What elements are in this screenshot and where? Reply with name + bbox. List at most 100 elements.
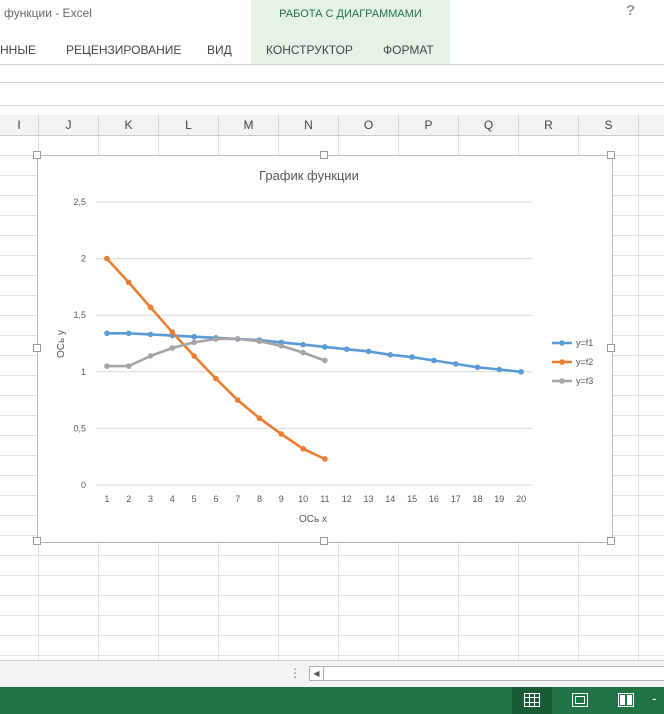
data-point[interactable] (278, 342, 285, 349)
data-point[interactable] (365, 348, 372, 355)
data-point[interactable] (300, 341, 306, 348)
x-tick-label: 20 (516, 494, 526, 504)
resize-handle[interactable] (33, 537, 41, 545)
data-point[interactable] (125, 363, 132, 369)
data-point[interactable] (169, 329, 176, 335)
data-point[interactable] (322, 344, 328, 350)
normal-view-icon (524, 693, 540, 707)
x-tick-label: 17 (451, 494, 461, 504)
data-point[interactable] (213, 336, 219, 342)
help-icon[interactable]: ? (626, 2, 635, 19)
data-point[interactable] (147, 353, 154, 359)
x-tick-label: 1 (104, 494, 109, 504)
resize-handle[interactable] (607, 344, 615, 352)
column-header-row: I J K L M N O P Q R S (0, 115, 664, 136)
column-header[interactable]: R (519, 115, 579, 135)
chart-tools-label: РАБОТА С ДИАГРАММАМИ (279, 8, 422, 20)
x-tick-label: 5 (192, 494, 197, 504)
data-point[interactable] (191, 333, 197, 340)
x-tick-label: 16 (429, 494, 439, 504)
column-header[interactable]: O (339, 115, 399, 135)
column-header[interactable]: I (0, 115, 39, 135)
data-point[interactable] (452, 361, 459, 367)
normal-view-button[interactable] (512, 687, 552, 714)
data-point[interactable] (343, 346, 350, 352)
legend-entry[interactable]: y=f1 (576, 338, 593, 348)
y-tick-label: 1 (81, 367, 86, 377)
chart-area[interactable]: 0 0,5 1 1,5 2 2,5 1 2 3 4 5 6 7 8 9 10 11 12 13 14 15 16 17 18… (37, 155, 613, 543)
ribbon-divider (0, 64, 664, 65)
y-tick-label: 2,5 (73, 197, 86, 207)
data-point[interactable] (169, 345, 176, 351)
page-layout-view-button[interactable] (560, 687, 600, 714)
horizontal-scrollbar[interactable] (323, 666, 664, 681)
data-point[interactable] (147, 304, 154, 311)
y-tick-label: 1,5 (73, 310, 86, 320)
chart-title[interactable]: График функции (259, 168, 359, 183)
y-tick-label: 0,5 (73, 423, 86, 433)
column-header[interactable]: N (279, 115, 339, 135)
tab-view[interactable]: ВИД (207, 43, 232, 57)
column-header[interactable]: P (399, 115, 459, 135)
data-point[interactable] (496, 366, 503, 373)
tab-data[interactable]: ННЫЕ (0, 43, 36, 57)
legend-marker (559, 359, 565, 365)
y-axis-title[interactable]: ОСь y (56, 330, 67, 358)
legend-entry[interactable]: y=f3 (576, 376, 593, 386)
data-point[interactable] (387, 352, 394, 358)
data-point[interactable] (104, 330, 110, 337)
column-header[interactable]: M (219, 115, 279, 135)
tab-splitter-icon[interactable]: ⋮ (289, 666, 301, 680)
data-point[interactable] (474, 364, 481, 371)
formula-bar[interactable] (0, 82, 664, 106)
data-point[interactable] (125, 330, 132, 337)
x-axis-title[interactable]: ОСь x (299, 514, 327, 525)
x-tick-label: 4 (170, 494, 175, 504)
data-point[interactable] (104, 363, 110, 369)
data-point[interactable] (322, 357, 328, 364)
data-point[interactable] (431, 357, 437, 364)
data-point[interactable] (234, 336, 241, 342)
data-point[interactable] (518, 369, 524, 375)
y-tick-label: 0 (81, 480, 86, 490)
tab-review[interactable]: РЕЦЕНЗИРОВАНИЕ (66, 43, 181, 57)
page-break-view-button[interactable] (606, 687, 646, 714)
legend-marker (559, 378, 565, 384)
tab-format[interactable]: ФОРМАТ (383, 43, 434, 57)
column-header[interactable]: J (39, 115, 99, 135)
data-point[interactable] (191, 353, 197, 359)
series-line-y=f2[interactable] (105, 257, 326, 461)
legend-entry[interactable]: y=f2 (576, 357, 593, 367)
x-tick-label: 9 (279, 494, 284, 504)
x-tick-label: 13 (363, 494, 373, 504)
resize-handle[interactable] (33, 344, 41, 352)
resize-handle[interactable] (607, 151, 615, 159)
resize-handle[interactable] (320, 151, 328, 159)
series-line-y=f1[interactable] (106, 332, 522, 374)
data-point[interactable] (322, 456, 328, 462)
resize-handle[interactable] (607, 537, 615, 545)
data-point[interactable] (104, 255, 110, 262)
data-point[interactable] (256, 415, 263, 422)
data-point[interactable] (213, 375, 219, 382)
column-header[interactable]: S (579, 115, 639, 135)
resize-handle[interactable] (320, 537, 328, 545)
data-point[interactable] (300, 445, 306, 452)
data-point[interactable] (191, 339, 197, 346)
column-header[interactable]: Q (459, 115, 519, 135)
data-point[interactable] (125, 279, 132, 286)
data-point[interactable] (300, 349, 306, 356)
data-point[interactable] (256, 338, 263, 345)
data-point[interactable] (147, 331, 154, 338)
column-header[interactable]: L (159, 115, 219, 135)
zoom-out-button[interactable]: - (652, 690, 657, 706)
data-point[interactable] (409, 354, 415, 360)
data-point[interactable] (278, 431, 285, 437)
page-layout-icon (572, 693, 588, 707)
tab-design[interactable]: КОНСТРУКТОР (266, 43, 353, 57)
sheet-tab-bar: ⋮ ◀ (0, 660, 664, 688)
scroll-left-icon[interactable]: ◀ (309, 666, 324, 681)
column-header[interactable]: K (99, 115, 159, 135)
resize-handle[interactable] (33, 151, 41, 159)
data-point[interactable] (234, 397, 241, 403)
